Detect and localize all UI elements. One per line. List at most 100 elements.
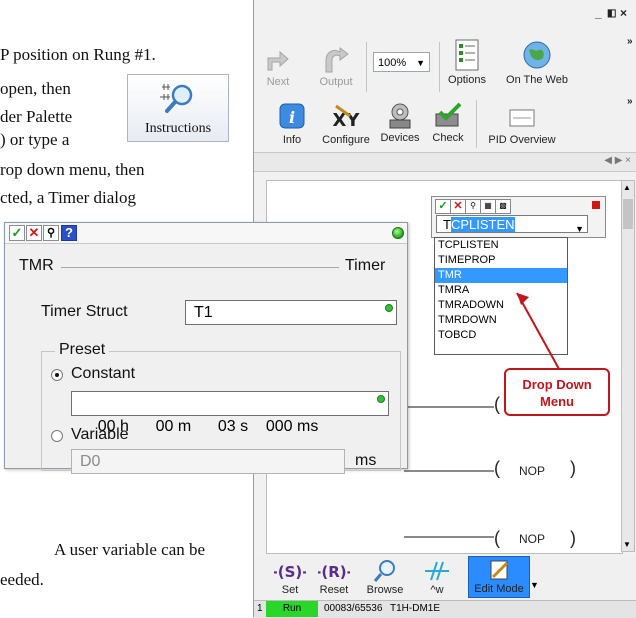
constant-label: Constant <box>71 365 136 382</box>
preset-label: Preset <box>55 341 110 359</box>
status-number: 1 <box>257 603 263 614</box>
element-icon[interactable]: ▦ <box>480 199 496 214</box>
constant-time-value: 00 h 00 m 03 s 000 ms <box>97 418 319 435</box>
ok-icon[interactable]: ✓ <box>9 225 25 241</box>
callout-arrow <box>516 292 560 370</box>
wire-icon <box>418 558 456 584</box>
variable-radio[interactable] <box>51 430 63 442</box>
comment-icon[interactable]: ▩ <box>495 199 511 214</box>
accept-icon[interactable]: ✓ <box>435 199 451 214</box>
variable-unit: ms <box>355 452 377 469</box>
list-item[interactable]: TCPLISTEN <box>435 238 567 253</box>
ribbon-expand-icon-2[interactable]: » <box>627 96 633 107</box>
svg-text:-(R)-: -(R)- <box>318 563 350 581</box>
doc-line-2: open, then <box>0 79 71 98</box>
timer-struct-label: Timer Struct <box>41 303 128 320</box>
bottom-toolbar: -(S)- Set -(R)- Reset Browse ^w <box>254 556 636 600</box>
doc-line-1: P position on Rung #1. <box>0 45 156 64</box>
check-icon <box>432 100 464 130</box>
variable-input[interactable]: D0 <box>71 449 345 474</box>
scroll-up-icon[interactable]: ▲ <box>623 183 631 192</box>
constant-radio[interactable] <box>51 369 63 381</box>
toolbar-separator <box>439 42 440 92</box>
reset-coil-icon: -(R)- <box>315 558 353 584</box>
next-button[interactable]: Next <box>258 44 298 88</box>
toolbar-separator <box>366 42 367 92</box>
status-memory: 00083/65536 <box>324 603 383 614</box>
check-button[interactable]: Check <box>426 100 470 144</box>
panel-nav-icons[interactable]: ◀ ▶ × <box>604 155 631 166</box>
run-status-badge: Run <box>266 601 318 617</box>
options-label: Options <box>448 74 486 86</box>
browse-small-icon[interactable]: ⚲ <box>465 199 481 214</box>
doc-line-6: cted, a Timer dialog <box>0 188 136 207</box>
devices-icon <box>384 100 416 130</box>
dialog-title: TMR <box>19 257 54 274</box>
edit-mode-label: Edit Mode <box>474 583 524 595</box>
cancel-icon[interactable]: ✕ <box>450 199 466 214</box>
reset-label: Reset <box>319 584 349 596</box>
browse-button[interactable]: Browse <box>364 558 406 596</box>
instruction-input[interactable]: TCPLISTEN ▼ <box>436 215 588 234</box>
configure-button[interactable]: XY Configure <box>320 102 372 146</box>
minimize-button[interactable]: _ <box>595 6 602 20</box>
panel-header: ◀ ▶ × <box>254 152 636 172</box>
dialog-subtitle: Timer <box>345 257 386 274</box>
status-led-icon <box>392 227 404 239</box>
output-button[interactable]: Output <box>314 44 358 88</box>
next-icon <box>262 44 294 74</box>
restore-icon[interactable]: ◧ <box>607 8 616 19</box>
coil-right-paren: ) <box>570 528 576 548</box>
doc-line-4: ) or type a <box>0 130 70 149</box>
svg-text:-(S)-: -(S)- <box>274 563 306 581</box>
close-button[interactable]: × <box>620 6 627 20</box>
constant-time-input[interactable]: 00 h 00 m 03 s 000 ms <box>71 391 389 435</box>
cancel-icon[interactable]: ✕ <box>26 225 42 241</box>
pid-overview-button[interactable]: PID Overview <box>482 102 562 146</box>
ribbon-expand-icon[interactable]: » <box>627 36 633 47</box>
output-icon <box>320 44 352 74</box>
next-label: Next <box>266 76 290 88</box>
set-label: Set <box>281 584 299 596</box>
edit-mode-button[interactable]: Edit Mode <box>468 556 530 598</box>
timer-struct-input[interactable]: T1 <box>185 300 397 325</box>
rung-wire <box>404 536 494 538</box>
browse-label: Browse <box>366 584 404 596</box>
scroll-thumb[interactable] <box>623 199 633 229</box>
instruction-editor: ✓ ✕ ⚲ ▦ ▩ TCPLISTEN ▼ <box>431 196 606 238</box>
browse-icon[interactable]: ⚲ <box>43 225 59 241</box>
list-item-selected[interactable]: TMR <box>435 268 567 283</box>
chevron-down-icon[interactable]: ▼ <box>530 580 539 590</box>
info-button[interactable]: i Info <box>272 102 312 146</box>
coil-left-paren: ( <box>494 394 500 414</box>
wire-button[interactable]: ^w <box>418 558 456 596</box>
instructions-button[interactable]: Instructions <box>127 74 229 142</box>
on-the-web-button[interactable]: On The Web <box>501 38 573 86</box>
devices-button[interactable]: Devices <box>378 100 422 144</box>
globe-icon <box>521 38 553 72</box>
typed-text: T <box>443 217 451 232</box>
reset-button[interactable]: -(R)- Reset <box>315 558 353 596</box>
doc-line-7: A user variable can be <box>54 540 206 559</box>
magnifier-icon <box>160 84 193 113</box>
status-model: T1H-DM1E <box>390 603 441 614</box>
scroll-down-icon[interactable]: ▼ <box>623 540 631 549</box>
set-button[interactable]: -(S)- Set <box>272 558 309 596</box>
info-icon: i <box>276 102 308 132</box>
zoom-select[interactable]: 100% ▼ <box>373 52 430 72</box>
list-item[interactable]: TIMEPROP <box>435 253 567 268</box>
variable-label: Variable <box>71 426 129 443</box>
svg-text:i: i <box>289 108 295 127</box>
vertical-scrollbar[interactable]: ▲ ▼ <box>621 180 635 552</box>
xy-icon: XY <box>330 102 362 132</box>
help-icon[interactable]: ? <box>61 225 77 241</box>
devices-label: Devices <box>380 132 420 144</box>
chevron-down-icon[interactable]: ▼ <box>575 220 584 238</box>
nop-instruction[interactable]: NOP <box>519 532 545 546</box>
options-button[interactable]: Options <box>444 38 490 86</box>
rung-wire <box>404 406 494 408</box>
close-indicator-icon[interactable] <box>592 201 600 209</box>
doc-line-3: der Palette <box>0 107 73 126</box>
valid-indicator-icon <box>377 395 385 403</box>
nop-instruction[interactable]: NOP <box>519 464 545 478</box>
